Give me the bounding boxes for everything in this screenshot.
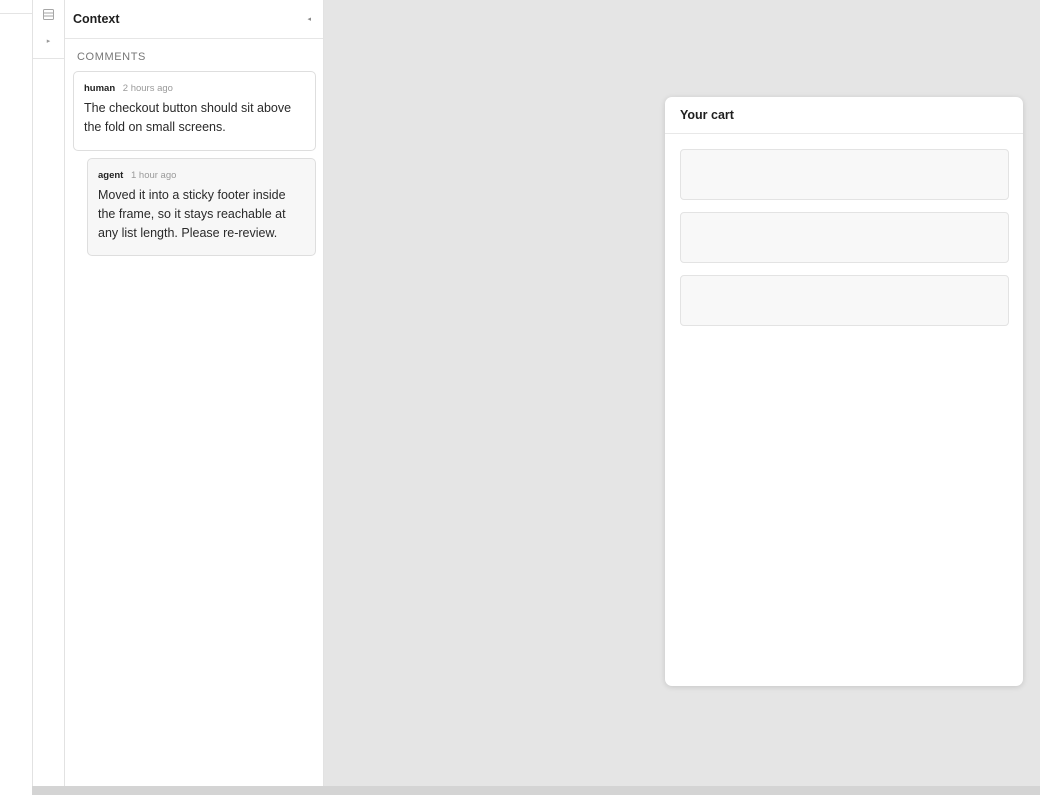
app-root: ▸ Context ◂ COMMENTS human 2 hours ago T… <box>0 0 1040 795</box>
list-icon <box>43 8 54 20</box>
rail-list-button[interactable] <box>33 4 64 24</box>
cart-item-placeholder[interactable] <box>680 149 1009 200</box>
comment-meta: agent 1 hour ago <box>98 170 305 181</box>
gutter-divider <box>0 13 32 14</box>
comment-meta: human 2 hours ago <box>84 83 305 94</box>
comment-author: agent <box>98 170 124 181</box>
comment-time: 1 hour ago <box>130 170 177 181</box>
icon-rail: ▸ <box>32 0 65 786</box>
collapse-arrow-icon: ◂ <box>307 16 311 23</box>
comments-section-label: COMMENTS <box>77 51 146 63</box>
reply-card[interactable]: agent 1 hour ago Moved it into a sticky … <box>87 158 316 256</box>
frame-title: Your cart <box>680 108 734 122</box>
expand-arrow-icon: ▸ <box>46 38 51 45</box>
comment-time: 2 hours ago <box>122 83 173 94</box>
comment-text: The checkout button should sit above the… <box>84 101 292 134</box>
comment-text: Moved it into a sticky footer inside the… <box>98 188 286 240</box>
frame-header: Your cart <box>665 97 1023 134</box>
comment-card[interactable]: human 2 hours ago The checkout button sh… <box>73 71 316 151</box>
cart-item-placeholder[interactable] <box>680 212 1009 263</box>
bottom-scrollbar[interactable] <box>32 786 1040 795</box>
left-gutter <box>0 0 32 795</box>
panel-title: Context <box>73 12 120 26</box>
comment-author: human <box>84 83 116 94</box>
panel-header: Context ◂ <box>65 0 323 39</box>
context-panel: Context ◂ COMMENTS human 2 hours ago The… <box>65 0 324 786</box>
cart-frame[interactable]: Your cart <box>665 97 1023 686</box>
cart-item-placeholder[interactable] <box>680 275 1009 326</box>
rail-divider <box>33 58 64 59</box>
panel-collapse-button[interactable]: ◂ <box>307 15 311 23</box>
design-canvas[interactable]: Your cart <box>324 0 1040 786</box>
rail-expand-button[interactable]: ▸ <box>33 32 64 50</box>
